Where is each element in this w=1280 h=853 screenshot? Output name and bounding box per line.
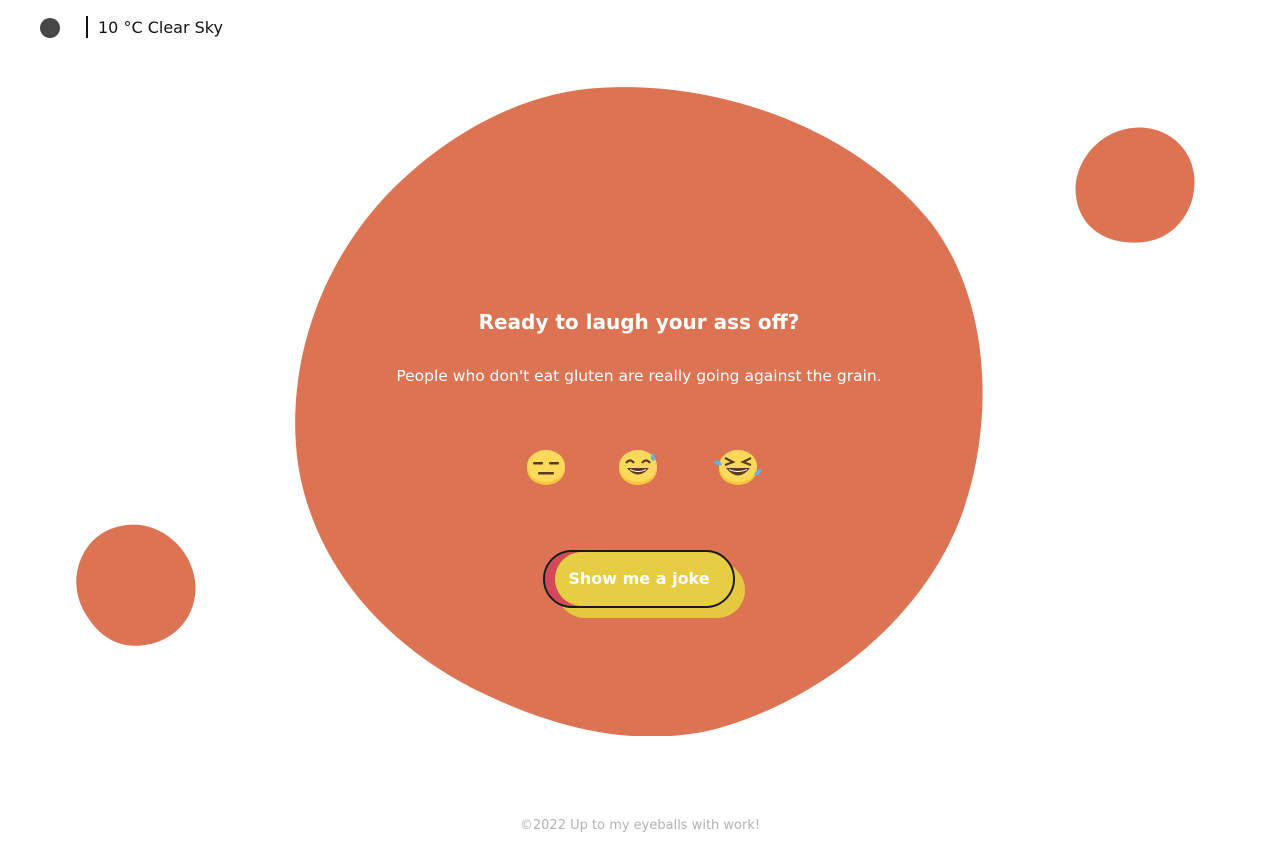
small-blob-right <box>1075 127 1195 243</box>
show-joke-button-wrap: Show me a joke <box>543 550 746 622</box>
expressionless-face-icon[interactable] <box>525 447 567 487</box>
grinning-sweat-face-icon[interactable] <box>617 447 659 487</box>
joke-text: People who don't eat gluten are really g… <box>396 367 882 385</box>
card-headline: Ready to laugh your ass off? <box>478 310 800 334</box>
divider <box>86 16 88 38</box>
show-joke-button[interactable]: Show me a joke <box>543 550 735 608</box>
page: 10 °C Clear Sky Ready to laugh your ass … <box>0 0 1280 853</box>
weather-bar: 10 °C Clear Sky <box>40 14 223 40</box>
footer-text: ©2022 Up to my eyeballs with work! <box>519 818 761 833</box>
laughing-tears-face-icon[interactable] <box>712 447 762 487</box>
joke-card: Ready to laugh your ass off? People who … <box>292 84 986 736</box>
small-blob-left <box>76 524 196 646</box>
weather-status-dot-icon <box>40 18 60 38</box>
weather-text: 10 °C Clear Sky <box>98 17 223 37</box>
